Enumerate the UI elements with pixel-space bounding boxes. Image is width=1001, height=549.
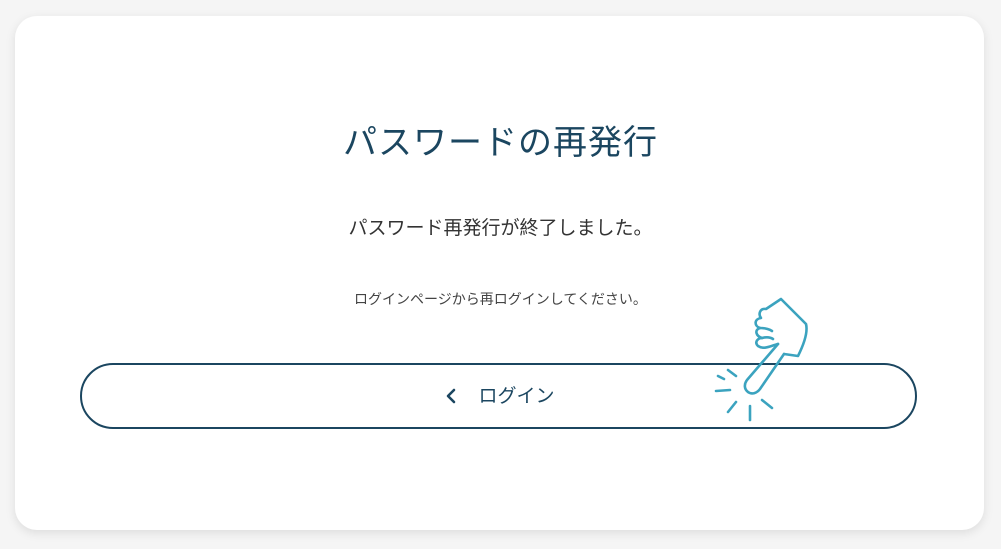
login-button[interactable]: ログイン: [80, 363, 917, 429]
login-instruction: ログインページから再ログインしてください。: [354, 292, 647, 308]
completion-message: パスワード再発行が終了しました。: [348, 217, 653, 239]
login-button-label: ログイン: [478, 385, 555, 407]
page-title: パスワードの再発行: [343, 123, 658, 163]
chevron-left-icon: [442, 386, 462, 406]
content-card: [15, 16, 984, 530]
